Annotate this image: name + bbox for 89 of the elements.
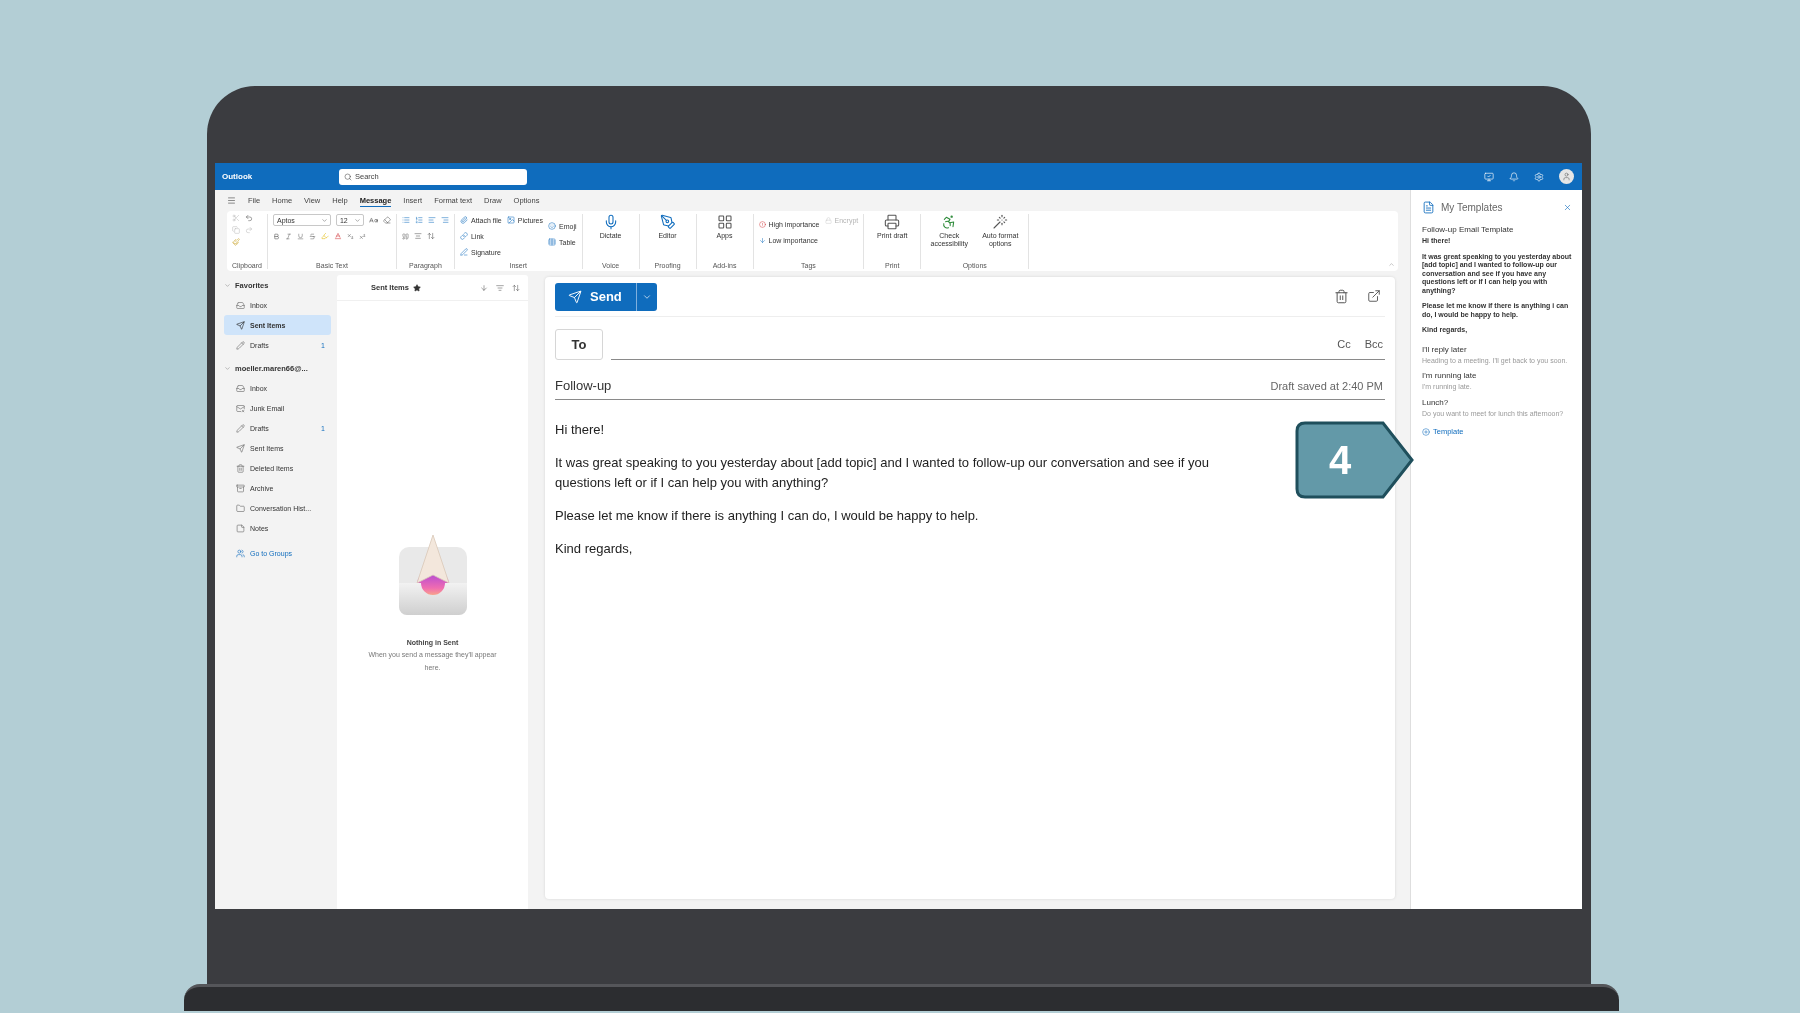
- message-paragraph: Hi there!: [555, 421, 605, 439]
- undo-icon: [245, 214, 253, 222]
- wand-icon: [992, 214, 1009, 230]
- junk-mail-icon: [236, 403, 245, 413]
- numbered-list-icon: [414, 216, 423, 224]
- template-title[interactable]: I'm running late: [1422, 371, 1572, 380]
- step-callout: 4: [1295, 421, 1415, 499]
- user-icon: [1562, 172, 1571, 181]
- align-center-icon: [413, 232, 422, 240]
- arrow-down-icon: [480, 283, 488, 292]
- folder-icon: [236, 503, 245, 513]
- pop-out-icon: [1367, 289, 1381, 303]
- send-button[interactable]: Send: [555, 282, 636, 311]
- send-icon: [236, 443, 245, 453]
- avatar[interactable]: [1559, 169, 1574, 184]
- scissors-icon: [232, 214, 240, 222]
- chevron-down-icon: [320, 216, 328, 224]
- cc-button[interactable]: Cc: [1337, 338, 1351, 350]
- trash-icon: [236, 463, 245, 473]
- bcc-button[interactable]: Bcc: [1364, 338, 1383, 350]
- pane-title: My Templates: [1441, 202, 1503, 213]
- lock-icon: [824, 216, 832, 224]
- close-button[interactable]: [1563, 203, 1572, 212]
- sort-icon: [512, 283, 520, 292]
- paperclip-icon: [459, 216, 468, 224]
- send-icon: [568, 289, 582, 304]
- link-icon: [459, 232, 468, 240]
- settings-icon: [1534, 171, 1544, 182]
- arrow-down-icon: [758, 236, 766, 244]
- italic-icon: [284, 232, 292, 240]
- template-title[interactable]: I'll reply later: [1422, 344, 1572, 354]
- strikethrough-icon: [308, 232, 316, 240]
- underline-icon: [296, 232, 304, 240]
- pop-out-button[interactable]: [1367, 289, 1381, 304]
- bullet-list-icon: [401, 216, 410, 224]
- close-icon: [1563, 203, 1572, 212]
- archive-icon: [236, 483, 245, 493]
- subject-field[interactable]: Follow-up: [555, 378, 1271, 393]
- font-color-icon: [333, 232, 342, 240]
- quote-icon: [401, 232, 409, 240]
- search-icon: [344, 172, 352, 181]
- exclamation-icon: [758, 220, 766, 228]
- template-title[interactable]: Lunch?: [1422, 397, 1572, 407]
- monitor-icon: [1484, 171, 1494, 182]
- paintbrush-icon: [232, 238, 240, 246]
- to-button[interactable]: To: [555, 329, 603, 360]
- inbox-icon: [236, 383, 245, 393]
- chevron-down-icon: [353, 216, 361, 224]
- eraser-icon: [382, 216, 391, 224]
- menu-icon: [227, 196, 236, 205]
- chevron-up-icon: [1388, 261, 1395, 268]
- smiley-icon: [548, 222, 556, 230]
- message-paragraph: It was great speaking to you yesterday about [add topic] and I wanted to follow-up our conversation and see if you questions left or if I can help you with anything?: [555, 454, 1209, 492]
- recipient-field[interactable]: Cc Bcc: [611, 329, 1385, 360]
- align-left-icon: [427, 216, 436, 224]
- printer-icon: [884, 214, 901, 230]
- pen-tool-icon: [659, 214, 676, 230]
- font-case-icon: [368, 215, 378, 225]
- highlighter-icon: [320, 232, 329, 240]
- note-icon: [236, 523, 245, 533]
- plus-icon: [1422, 427, 1430, 436]
- template-title[interactable]: Follow-up Email Template: [1422, 225, 1572, 234]
- document-icon: [1422, 201, 1435, 214]
- people-icon: [236, 548, 245, 558]
- apps-grid-icon: [716, 214, 733, 230]
- pen-icon: [459, 248, 468, 256]
- notifications-icon: [1509, 171, 1519, 182]
- favorite-star-button[interactable]: [412, 283, 421, 292]
- superscript-icon: [358, 232, 366, 240]
- copy-icon: [232, 226, 240, 234]
- redo-icon: [245, 226, 253, 234]
- trash-icon: [1334, 289, 1349, 304]
- pencil-icon: [236, 423, 245, 433]
- bold-icon: [272, 232, 280, 240]
- inbox-icon: [236, 300, 245, 310]
- discard-button[interactable]: [1334, 289, 1349, 304]
- send-options-button[interactable]: [635, 282, 657, 311]
- filter-icon: [496, 283, 504, 292]
- app-name: Outlook: [222, 172, 254, 181]
- image-icon: [506, 216, 515, 224]
- message-paragraph: Kind regards,: [555, 540, 633, 558]
- pencil-icon: [236, 340, 245, 350]
- subscript-icon: [346, 232, 354, 240]
- align-right-icon: [440, 216, 449, 224]
- line-spacing-icon: [426, 232, 435, 240]
- send-icon: [236, 320, 245, 330]
- draft-status: Draft saved at 2:40 PM: [1270, 379, 1384, 392]
- message-paragraph: Please let me know if there is anything I can do, I would be happy to help.: [555, 507, 979, 525]
- table-icon: [548, 238, 556, 246]
